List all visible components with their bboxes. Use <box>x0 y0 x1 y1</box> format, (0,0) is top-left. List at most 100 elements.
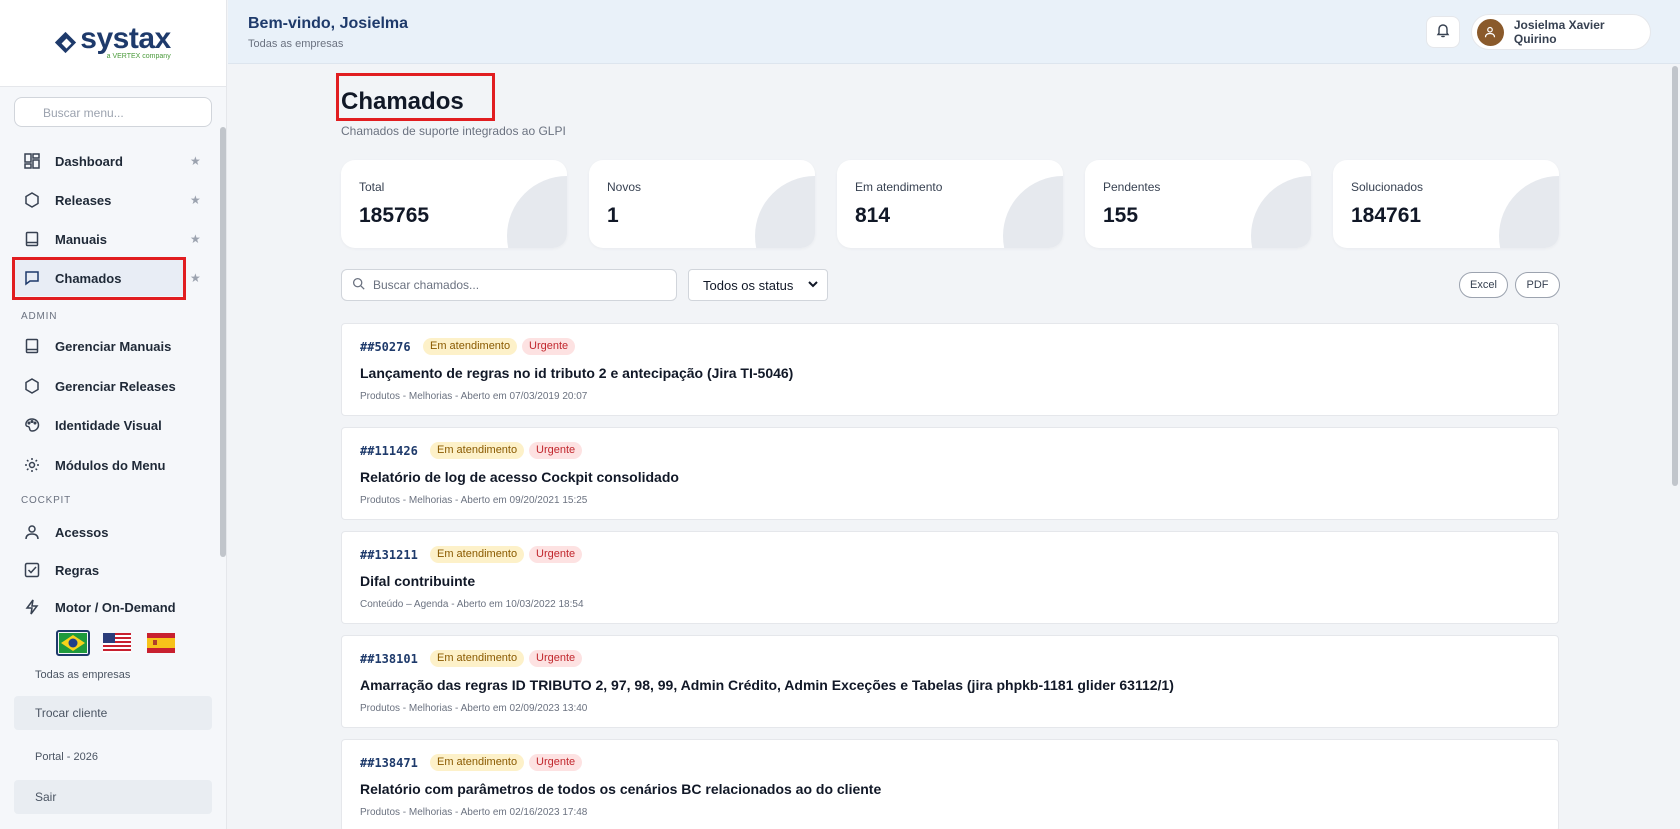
sidebar-item-label: Motor / On-Demand <box>55 599 176 615</box>
ticket-title: Amarração das regras ID TRIBUTO 2, 97, 9… <box>360 677 1174 693</box>
sidebar-item-regras[interactable]: Regras <box>14 552 186 588</box>
sidebar-item-motor-on-demand[interactable]: Motor / On-Demand <box>14 589 186 625</box>
ticket-card[interactable]: ##111426 Em atendimento Urgente Relatóri… <box>341 427 1559 520</box>
ticket-id: ##50276 <box>360 340 411 354</box>
flag-spain-icon[interactable] <box>144 630 178 656</box>
ticket-title: Difal contribuinte <box>360 573 476 589</box>
sidebar-item-identidade-visual[interactable]: Identidade Visual <box>14 407 186 443</box>
section-cockpit-label: COCKPIT <box>21 495 72 506</box>
sidebar-item-manuais[interactable]: Manuais ★ <box>14 221 201 257</box>
card-decoration <box>1003 176 1063 248</box>
ticket-meta: Produtos - Melhorias - Aberto em 07/03/2… <box>360 391 588 402</box>
top-bar: Bem-vindo, Josielma Todas as empresas Jo… <box>228 0 1680 64</box>
sidebar-item-label: Releases <box>55 192 112 208</box>
portal-version: Portal - 2026 <box>35 751 98 763</box>
sidebar-item-label: Manuais <box>55 231 108 247</box>
sidebar-item-gerenciar-releases[interactable]: Gerenciar Releases <box>14 368 186 404</box>
ticket-title: Relatório de log de acesso Cockpit conso… <box>360 469 679 485</box>
stat-value: 185765 <box>359 204 430 227</box>
stat-card-solucionados: Solucionados 184761 <box>1333 160 1559 248</box>
card-decoration <box>1251 176 1311 248</box>
status-badge: Em atendimento <box>430 754 525 771</box>
stat-value: 1 <box>607 204 619 227</box>
logo-tagline: a VERTEX company <box>106 53 171 60</box>
menu-search-input[interactable]: Buscar menu... <box>14 97 212 127</box>
priority-badge: Urgente <box>529 546 583 563</box>
stat-label: Pendentes <box>1103 180 1161 194</box>
stat-card-em-atendimento: Em atendimento 814 <box>837 160 1063 248</box>
stat-value: 814 <box>855 204 891 227</box>
star-icon[interactable]: ★ <box>190 193 201 207</box>
sidebar-item-dashboard[interactable]: Dashboard ★ <box>14 143 201 179</box>
star-icon[interactable]: ★ <box>190 271 201 285</box>
gear-icon <box>23 456 41 474</box>
sidebar-item-label: Identidade Visual <box>55 417 162 433</box>
sidebar-item-label: Dashboard <box>55 153 123 169</box>
ticket-meta: Conteúdo – Agenda - Aberto em 10/03/2022… <box>360 599 584 610</box>
export-excel-button[interactable]: Excel <box>1459 272 1508 298</box>
ticket-card[interactable]: ##50276 Em atendimento Urgente Lançament… <box>341 323 1559 416</box>
stat-label: Total <box>359 180 385 194</box>
dashboard-icon <box>23 152 41 170</box>
logout-button[interactable]: Sair <box>14 780 212 814</box>
ticket-meta: Produtos - Melhorias - Aberto em 02/16/2… <box>360 807 588 818</box>
card-decoration <box>507 176 567 248</box>
tickets-search-input[interactable]: Buscar chamados... <box>341 269 677 301</box>
status-badge: Em atendimento <box>430 546 525 563</box>
star-icon[interactable]: ★ <box>190 232 201 246</box>
sidebar-item-releases[interactable]: Releases ★ <box>14 182 201 218</box>
search-placeholder: Buscar chamados... <box>373 278 480 292</box>
logo-diamond-icon <box>55 32 77 54</box>
stat-label: Em atendimento <box>855 180 943 194</box>
ticket-title: Lançamento de regras no id tributo 2 e a… <box>360 365 794 381</box>
user-menu-button[interactable]: Josielma Xavier Quirino <box>1471 14 1651 50</box>
bell-icon <box>1435 22 1451 43</box>
highlight-box-chamados-nav <box>12 257 186 300</box>
welcome-title: Bem-vindo, Josielma <box>248 15 409 32</box>
card-decoration <box>1499 176 1559 248</box>
ticket-card[interactable]: ##138101 Em atendimento Urgente Amarraçã… <box>341 635 1559 728</box>
notifications-button[interactable] <box>1426 16 1460 48</box>
stat-value: 155 <box>1103 204 1139 227</box>
priority-badge: Urgente <box>529 442 583 459</box>
hexagon-icon <box>23 377 41 395</box>
sidebar: systax a VERTEX company Buscar menu... D… <box>0 0 227 829</box>
ticket-card[interactable]: ##131211 Em atendimento Urgente Difal co… <box>341 531 1559 624</box>
card-decoration <box>755 176 815 248</box>
sidebar-item-gerenciar-manuais[interactable]: Gerenciar Manuais <box>14 328 186 364</box>
sidebar-item-acessos[interactable]: Acessos <box>14 514 186 550</box>
ticket-meta: Produtos - Melhorias - Aberto em 09/20/2… <box>360 495 588 506</box>
ticket-id: ##131211 <box>360 548 418 562</box>
logo-name: systax <box>80 22 171 55</box>
main-scrollbar[interactable] <box>1672 66 1678 486</box>
sidebar-item-label: Gerenciar Manuais <box>55 338 172 354</box>
lightning-icon <box>23 598 41 616</box>
status-filter-select[interactable]: Todos os status <box>688 269 828 301</box>
priority-badge: Urgente <box>529 754 583 771</box>
user-icon <box>23 523 41 541</box>
priority-badge: Urgente <box>529 650 583 667</box>
export-pdf-button[interactable]: PDF <box>1515 272 1560 298</box>
flag-brazil-icon[interactable] <box>56 630 90 656</box>
ticket-card[interactable]: ##138471 Em atendimento Urgente Relatóri… <box>341 739 1559 829</box>
flag-usa-icon[interactable] <box>100 630 134 656</box>
palette-icon <box>23 416 41 434</box>
stat-label: Novos <box>607 180 642 194</box>
sidebar-item-label: Regras <box>55 562 100 578</box>
sidebar-item-modulos-menu[interactable]: Módulos do Menu <box>14 447 186 483</box>
hexagon-icon <box>23 191 41 209</box>
book-icon <box>23 230 41 248</box>
status-badge: Em atendimento <box>423 338 518 355</box>
status-filter-value: Todos os status <box>703 278 794 293</box>
chevron-down-icon <box>807 278 819 293</box>
sidebar-company: Todas as empresas <box>35 669 131 681</box>
stat-value: 184761 <box>1351 204 1422 227</box>
page-subtitle: Chamados de suporte integrados ao GLPI <box>341 124 566 138</box>
star-icon[interactable]: ★ <box>190 154 201 168</box>
highlight-box-title <box>336 73 495 121</box>
stat-card-total: Total 185765 <box>341 160 567 248</box>
sidebar-scrollbar[interactable] <box>220 127 226 557</box>
logo[interactable]: systax a VERTEX company <box>0 0 226 87</box>
switch-client-button[interactable]: Trocar cliente <box>14 696 212 730</box>
ticket-title: Relatório com parâmetros de todos os cen… <box>360 781 882 797</box>
